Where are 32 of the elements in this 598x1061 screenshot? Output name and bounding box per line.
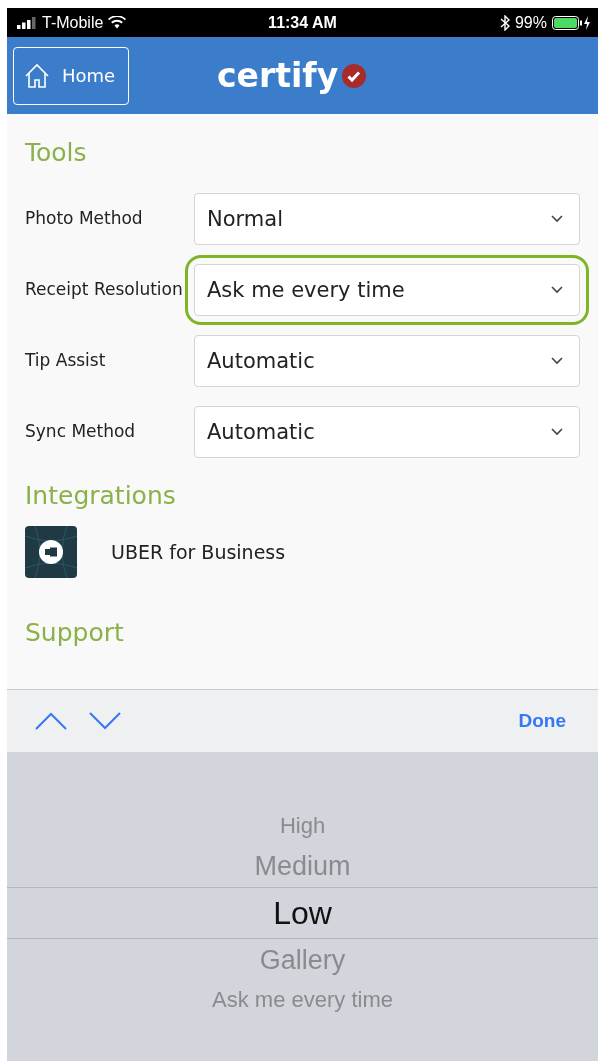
carrier-name: T-Mobile (42, 13, 104, 32)
chevron-down-icon[interactable] (89, 712, 121, 730)
wifi-icon (108, 16, 127, 29)
battery-charging-icon (552, 15, 592, 30)
section-heading: Integrations (25, 481, 177, 510)
ride-app-icon[interactable] (25, 526, 77, 578)
setting-label: Sync Method (25, 420, 137, 443)
check-badge-icon (342, 63, 367, 88)
setting-label: Tip Assist (25, 349, 107, 372)
section-heading: Support (25, 618, 125, 647)
signal-icon (17, 16, 37, 29)
setting-label: Receipt Resolution (25, 278, 184, 301)
integration-name[interactable]: UBER for Business (111, 541, 286, 563)
dropdown-select[interactable]: Normal (194, 192, 580, 245)
chevron-down-icon (551, 356, 563, 365)
section-heading: Tools (25, 138, 88, 167)
dropdown-select[interactable]: Ask me every time (194, 263, 580, 316)
clock-time: 11:34 AM (268, 13, 337, 32)
logo-text: certify (217, 56, 339, 95)
chevron-down-icon (551, 214, 563, 223)
home-button[interactable]: Home (13, 46, 129, 105)
dropdown-select[interactable]: Automatic (194, 405, 580, 458)
picker-option[interactable]: Low (273, 895, 332, 931)
bluetooth-icon (499, 14, 510, 31)
home-icon (24, 62, 50, 89)
chevron-down-icon (551, 427, 563, 436)
battery-percentage: 99% (514, 13, 547, 32)
chevron-up-icon[interactable] (35, 712, 67, 730)
dropdown-select[interactable]: Automatic (194, 334, 580, 387)
chevron-down-icon (551, 285, 563, 294)
done-button[interactable]: Done (512, 709, 572, 733)
setting-label: Photo Method (25, 207, 144, 230)
